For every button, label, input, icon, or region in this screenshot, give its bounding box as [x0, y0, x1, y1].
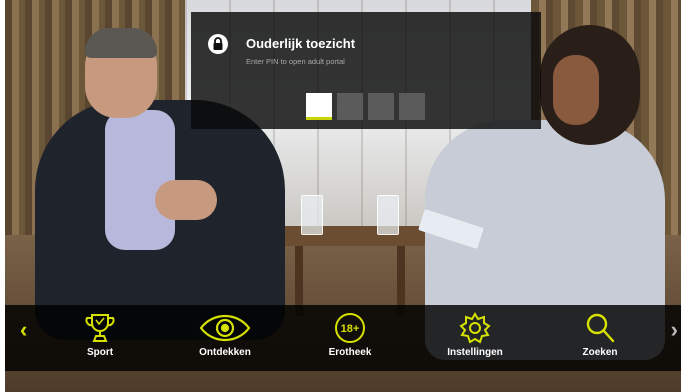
menu-item-sport[interactable]: Sport — [55, 309, 145, 358]
svg-text:18+: 18+ — [341, 323, 360, 335]
menu-label-erotheek: Erotheek — [328, 347, 372, 358]
dialog-title: Ouderlijk toezicht — [246, 36, 356, 51]
search-icon — [555, 309, 645, 347]
eye-icon — [180, 309, 270, 347]
lock-icon — [208, 34, 228, 54]
gear-icon — [430, 309, 520, 347]
pin-digit-1[interactable] — [306, 93, 332, 120]
water-glass — [377, 195, 399, 235]
side-table — [275, 226, 425, 246]
menu-label-instellingen: Instellingen — [447, 347, 503, 358]
pin-digit-4[interactable] — [399, 93, 425, 120]
menu-item-zoeken[interactable]: Zoeken — [555, 309, 645, 358]
menu-item-instellingen[interactable]: Instellingen — [430, 309, 520, 358]
dialog-subtitle: Enter PIN to open adult portal — [246, 57, 345, 66]
trophy-icon — [55, 309, 145, 347]
pin-input[interactable] — [306, 93, 425, 120]
tv-screen: Ouderlijk toezicht Enter PIN to open adu… — [5, 0, 681, 392]
pin-digit-2[interactable] — [337, 93, 363, 120]
menu-left-arrow[interactable]: ‹ — [20, 317, 27, 343]
menu-label-sport: Sport — [86, 347, 114, 358]
main-menu-bar: ‹ Sport Ontdekken 18+ Erotheek Instellin… — [5, 305, 681, 371]
menu-label-zoeken: Zoeken — [582, 347, 618, 358]
18-plus-icon: 18+ — [305, 309, 395, 347]
menu-label-ontdekken: Ontdekken — [199, 347, 251, 358]
menu-right-arrow[interactable]: › — [671, 317, 678, 343]
pin-digit-3[interactable] — [368, 93, 394, 120]
menu-item-erotheek[interactable]: 18+ Erotheek — [305, 309, 395, 358]
menu-item-ontdekken[interactable]: Ontdekken — [180, 309, 270, 358]
water-glass — [301, 195, 323, 235]
parental-control-dialog: Ouderlijk toezicht Enter PIN to open adu… — [191, 12, 541, 129]
